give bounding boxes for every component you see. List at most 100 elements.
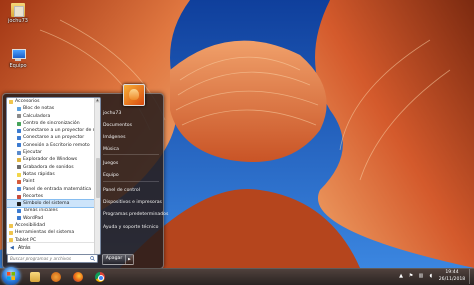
show-desktop-button[interactable] xyxy=(469,269,474,284)
program-folder[interactable]: Herramientas del sistema xyxy=(7,229,95,236)
program-label: Centro de sincronización xyxy=(23,120,80,126)
program-item[interactable]: WordPad xyxy=(7,215,95,222)
scroll-up-icon[interactable]: ▲ xyxy=(95,98,100,103)
program-item[interactable]: Grabadora de sonidos xyxy=(7,164,95,171)
start-menu-link[interactable]: Documentos xyxy=(103,121,161,131)
programs-scrollbar[interactable]: ▲ xyxy=(94,98,100,254)
menu-separator xyxy=(103,154,159,155)
program-icon xyxy=(17,194,21,199)
program-item[interactable]: Símbolo del sistema xyxy=(7,199,96,209)
clock-date: 26/11/2018 xyxy=(438,276,466,282)
program-item[interactable]: Panel de entrada matemática xyxy=(7,186,95,193)
desktop-icon-label: Equipo xyxy=(9,63,27,69)
program-item[interactable]: Conectarse a un proyector de red xyxy=(7,127,100,134)
program-icon xyxy=(17,165,21,170)
start-menu-link[interactable]: Juegos xyxy=(103,159,161,169)
program-item[interactable]: Tareas iniciales xyxy=(7,207,95,214)
computer-icon xyxy=(11,48,26,62)
program-item[interactable]: Centro de sincronización xyxy=(7,120,95,127)
program-icon xyxy=(17,114,21,119)
start-menu-right-column: jochu73 Documentos Imágenes Música Juegos Equ… xyxy=(101,84,168,253)
windows-logo-icon xyxy=(7,272,15,280)
program-label: Notas rápidas xyxy=(23,171,55,177)
program-label: Herramientas del sistema xyxy=(15,230,75,236)
program-label: Paint xyxy=(23,179,35,185)
program-label: Tareas iniciales xyxy=(23,208,58,214)
program-label: Accesorios xyxy=(15,99,40,104)
taskbar-clock[interactable]: 19:44 26/11/2018 xyxy=(436,270,468,283)
start-button[interactable] xyxy=(2,267,20,285)
start-menu-link[interactable]: Imágenes xyxy=(103,133,161,143)
program-label: Grabadora de sonidos xyxy=(23,164,74,170)
program-label: Bloc de notas xyxy=(23,106,55,112)
search-box[interactable] xyxy=(7,254,98,263)
start-menu: Accesorios Bloc de notas Calculadora Centro… xyxy=(2,84,168,269)
program-icon xyxy=(17,172,21,177)
folder-icon xyxy=(9,99,13,104)
program-icon xyxy=(17,121,21,126)
back-arrow-icon: ◀ xyxy=(10,245,14,251)
start-menu-link[interactable]: Dispositivos e impresoras xyxy=(103,198,162,208)
scroll-thumb[interactable] xyxy=(95,158,100,198)
program-label: Conectarse a un proyector de red xyxy=(23,128,101,134)
user-picture[interactable] xyxy=(123,84,145,106)
program-icon xyxy=(17,201,21,206)
program-folder[interactable]: Accesibilidad xyxy=(7,222,95,229)
program-item[interactable]: Ejecutar xyxy=(7,149,95,156)
taskbar-explorer-button[interactable] xyxy=(26,270,44,284)
back-button[interactable]: ◀ Atrás xyxy=(7,242,95,253)
shutdown-label: Apagar xyxy=(105,256,123,261)
back-label: Atrás xyxy=(18,245,31,251)
program-item[interactable]: Recortes xyxy=(7,193,95,200)
program-item[interactable]: Conectarse a un proyector xyxy=(7,134,95,141)
network-icon[interactable]: ▥ xyxy=(418,273,424,279)
program-item[interactable]: Calculadora xyxy=(7,113,95,120)
program-icon xyxy=(17,179,21,184)
program-icon xyxy=(17,209,21,214)
start-menu-link[interactable]: Equipo xyxy=(103,171,161,181)
programs-pane: Accesorios Bloc de notas Calculadora Centro… xyxy=(6,97,101,255)
program-label: Accesibilidad xyxy=(15,223,46,229)
shutdown-button[interactable]: Apagar ▶ xyxy=(102,254,134,265)
program-item[interactable]: Paint xyxy=(7,178,95,185)
program-icon xyxy=(17,216,21,221)
volume-icon[interactable]: ◖ xyxy=(428,273,434,279)
start-menu-link[interactable]: jochu73 xyxy=(103,109,161,119)
taskbar-media-player-button[interactable] xyxy=(47,270,65,284)
program-icon xyxy=(17,187,21,192)
program-label: Calculadora xyxy=(23,113,51,119)
program-label: Símbolo del sistema xyxy=(23,201,70,207)
menu-separator xyxy=(103,181,159,182)
start-menu-link[interactable]: Programas predeterminados xyxy=(103,210,168,220)
taskbar-firefox-button[interactable] xyxy=(69,270,87,284)
search-icon xyxy=(90,256,95,261)
program-label: Recortes xyxy=(23,193,44,199)
shutdown-options-arrow-icon[interactable]: ▶ xyxy=(125,255,133,264)
folder-icon xyxy=(9,223,13,228)
program-label: Conexión a Escritorio remoto xyxy=(23,142,90,148)
program-icon xyxy=(17,106,21,111)
program-item[interactable]: Conexión a Escritorio remoto xyxy=(7,142,95,149)
search-input[interactable] xyxy=(10,255,88,262)
system-tray: ▲ ⚑ ▥ ◖ xyxy=(398,273,434,281)
desktop-icon-user-folder[interactable]: jochu73 xyxy=(3,3,33,24)
user-folder-icon xyxy=(11,3,25,17)
program-item[interactable]: Notas rápidas xyxy=(7,171,95,178)
program-label: WordPad xyxy=(23,215,44,221)
chrome-icon xyxy=(95,272,105,282)
program-icon xyxy=(17,128,21,133)
taskbar-chrome-button[interactable] xyxy=(91,270,109,284)
media-player-icon xyxy=(51,272,61,282)
program-item[interactable]: Bloc de notas xyxy=(7,105,95,112)
action-center-flag-icon[interactable]: ⚑ xyxy=(408,273,414,279)
program-folder[interactable]: Accesorios xyxy=(7,98,95,105)
program-icon xyxy=(17,136,21,141)
folder-icon xyxy=(30,272,40,282)
start-menu-link[interactable]: Panel de control xyxy=(103,186,161,196)
program-icon xyxy=(17,158,21,163)
start-menu-link[interactable]: Ayuda y soporte técnico xyxy=(103,223,161,233)
tray-show-hidden-icon[interactable]: ▲ xyxy=(398,273,404,279)
program-item[interactable]: Explorador de Windows xyxy=(7,156,95,163)
program-icon xyxy=(17,143,21,148)
desktop-icon-computer[interactable]: Equipo xyxy=(3,48,33,69)
